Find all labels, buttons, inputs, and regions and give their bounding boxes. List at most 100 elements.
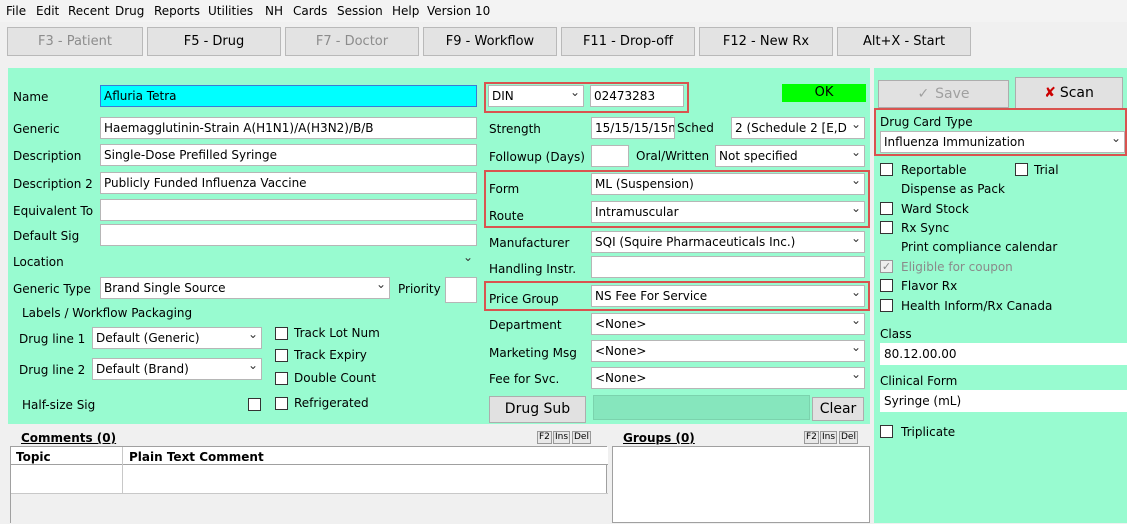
drug-tab-button[interactable]: F5 - Drug — [147, 27, 281, 56]
route-label: Route — [489, 209, 524, 223]
strength-input[interactable]: 15/15/15/15mc — [591, 117, 675, 139]
ward-stock-checkbox[interactable] — [880, 202, 893, 215]
equivalent-label: Equivalent To — [13, 204, 94, 218]
trial-checkbox[interactable] — [1015, 163, 1028, 176]
doctor-tab-button[interactable]: F7 - Doctor — [285, 27, 419, 56]
patient-tab-button[interactable]: F3 - Patient — [7, 27, 143, 56]
menu-recent[interactable]: Recent — [68, 4, 109, 18]
refrigerated-checkbox[interactable] — [275, 397, 288, 410]
half-size-sig-checkbox[interactable] — [248, 398, 261, 411]
drug-line1-select[interactable]: Default (Generic) — [92, 327, 262, 349]
trial-label: Trial — [1034, 163, 1059, 177]
rx-sync-label: Rx Sync — [901, 221, 950, 235]
menu-session[interactable]: Session — [337, 4, 383, 18]
groups-title: Groups (0) — [623, 431, 695, 445]
double-count-checkbox[interactable] — [275, 372, 288, 385]
start-tab-button[interactable]: Alt+X - Start — [837, 27, 971, 56]
triplicate-checkbox[interactable] — [880, 425, 893, 438]
save-button[interactable]: ✓ Save — [878, 80, 1009, 108]
oral-written-select[interactable]: Not specified — [715, 145, 865, 167]
followup-input[interactable] — [591, 145, 629, 167]
comments-title: Comments (0) — [21, 431, 117, 445]
card-type-label: Drug Card Type — [880, 115, 973, 129]
sched-label: Sched — [677, 121, 714, 135]
ward-stock-label: Ward Stock — [901, 202, 969, 216]
groups-f2-key[interactable]: F2 — [804, 431, 819, 444]
groups-ins-key[interactable]: Ins — [820, 431, 838, 444]
comments-ins-key[interactable]: Ins — [553, 431, 571, 444]
generic-input[interactable]: Haemagglutinin-Strain A(H1N1)/A(H3N2)/B/… — [100, 117, 477, 139]
drug-line2-label: Drug line 2 — [19, 363, 86, 377]
default-sig-input[interactable] — [100, 224, 477, 246]
health-inform-checkbox[interactable] — [880, 299, 893, 312]
col-comment-header: Plain Text Comment — [129, 450, 264, 464]
clinical-form-input[interactable]: Syringe (mL) — [880, 390, 1127, 412]
class-input[interactable]: 80.12.00.00 — [880, 343, 1127, 365]
handling-input[interactable] — [591, 256, 865, 278]
eligible-coupon-checkbox[interactable]: ✓ — [880, 260, 893, 273]
description-label: Description — [13, 149, 82, 163]
department-label: Department — [489, 318, 562, 332]
marketing-label: Marketing Msg — [489, 346, 577, 360]
menu-help[interactable]: Help — [392, 4, 419, 18]
drug-line2-select[interactable]: Default (Brand) — [92, 358, 262, 380]
track-lot-checkbox[interactable] — [275, 327, 288, 340]
menu-edit[interactable]: Edit — [36, 4, 59, 18]
handling-label: Handling Instr. — [489, 262, 577, 276]
menu-nh[interactable]: NH — [265, 4, 283, 18]
menu-file[interactable]: File — [6, 4, 26, 18]
department-select[interactable]: <None> — [591, 313, 865, 335]
route-select[interactable]: Intramuscular — [591, 201, 865, 223]
track-expiry-checkbox[interactable] — [275, 349, 288, 362]
menu-reports[interactable]: Reports — [154, 4, 200, 18]
price-group-label: Price Group — [489, 292, 559, 306]
equivalent-input[interactable] — [100, 199, 477, 221]
ok-status: OK — [782, 84, 866, 102]
priority-input[interactable] — [445, 277, 477, 303]
dropoff-tab-button[interactable]: F11 - Drop-off — [561, 27, 695, 56]
toolbar: F3 - Patient F5 - Drug F7 - Doctor F9 - … — [0, 22, 1127, 67]
col-topic-header: Topic — [16, 450, 51, 464]
menu-cards[interactable]: Cards — [293, 4, 327, 18]
name-input[interactable]: Afluria Tetra — [100, 85, 477, 107]
sched-select[interactable]: 2 (Schedule 2 [E,D — [731, 117, 865, 139]
manufacturer-label: Manufacturer — [489, 236, 570, 250]
scan-x-icon: ✘ — [1044, 85, 1056, 101]
comments-grid: Topic Plain Text Comment — [10, 446, 608, 524]
workflow-tab-button[interactable]: F9 - Workflow — [423, 27, 557, 56]
menu-version: Version 10 — [427, 4, 491, 18]
groups-del-key[interactable]: Del — [839, 431, 858, 444]
reportable-label: Reportable — [901, 163, 967, 177]
card-type-select[interactable]: Influenza Immunization — [880, 131, 1125, 153]
manufacturer-select[interactable]: SQI (Squire Pharmaceuticals Inc.) — [591, 231, 865, 253]
track-lot-label: Track Lot Num — [294, 326, 380, 340]
groups-list[interactable] — [612, 446, 870, 523]
menu-utilities[interactable]: Utilities — [208, 4, 253, 18]
reportable-checkbox[interactable] — [880, 163, 893, 176]
form-select[interactable]: ML (Suspension) — [591, 173, 865, 195]
rx-sync-checkbox[interactable] — [880, 221, 893, 234]
menu-drug[interactable]: Drug — [115, 4, 144, 18]
marketing-select[interactable]: <None> — [591, 340, 865, 362]
description2-input[interactable]: Publicly Funded Influenza Vaccine — [100, 172, 477, 194]
generic-type-label: Generic Type — [13, 282, 91, 296]
followup-label: Followup (Days) — [489, 150, 585, 164]
description-input[interactable]: Single-Dose Prefilled Syringe — [100, 144, 477, 166]
location-select[interactable] — [100, 250, 477, 272]
din-input[interactable]: 02473283 — [590, 85, 684, 107]
flavor-rx-checkbox[interactable] — [880, 279, 893, 292]
labels-workflow-header: Labels / Workflow Packaging — [22, 306, 193, 320]
din-type-select[interactable]: DIN — [488, 85, 584, 107]
comments-del-key[interactable]: Del — [572, 431, 591, 444]
default-sig-label: Default Sig — [13, 229, 80, 243]
generic-type-select[interactable]: Brand Single Source — [100, 277, 390, 299]
fee-select[interactable]: <None> — [591, 367, 865, 389]
clear-button[interactable]: Clear — [812, 397, 864, 421]
price-group-select[interactable]: NS Fee For Service — [591, 285, 865, 307]
comments-f2-key[interactable]: F2 — [537, 431, 552, 444]
drug-sub-button[interactable]: Drug Sub — [489, 396, 586, 423]
triplicate-label: Triplicate — [901, 425, 956, 439]
scan-button[interactable]: ✘ Scan — [1015, 77, 1123, 110]
drug-sub-field — [593, 395, 810, 420]
newrx-tab-button[interactable]: F12 - New Rx — [699, 27, 833, 56]
